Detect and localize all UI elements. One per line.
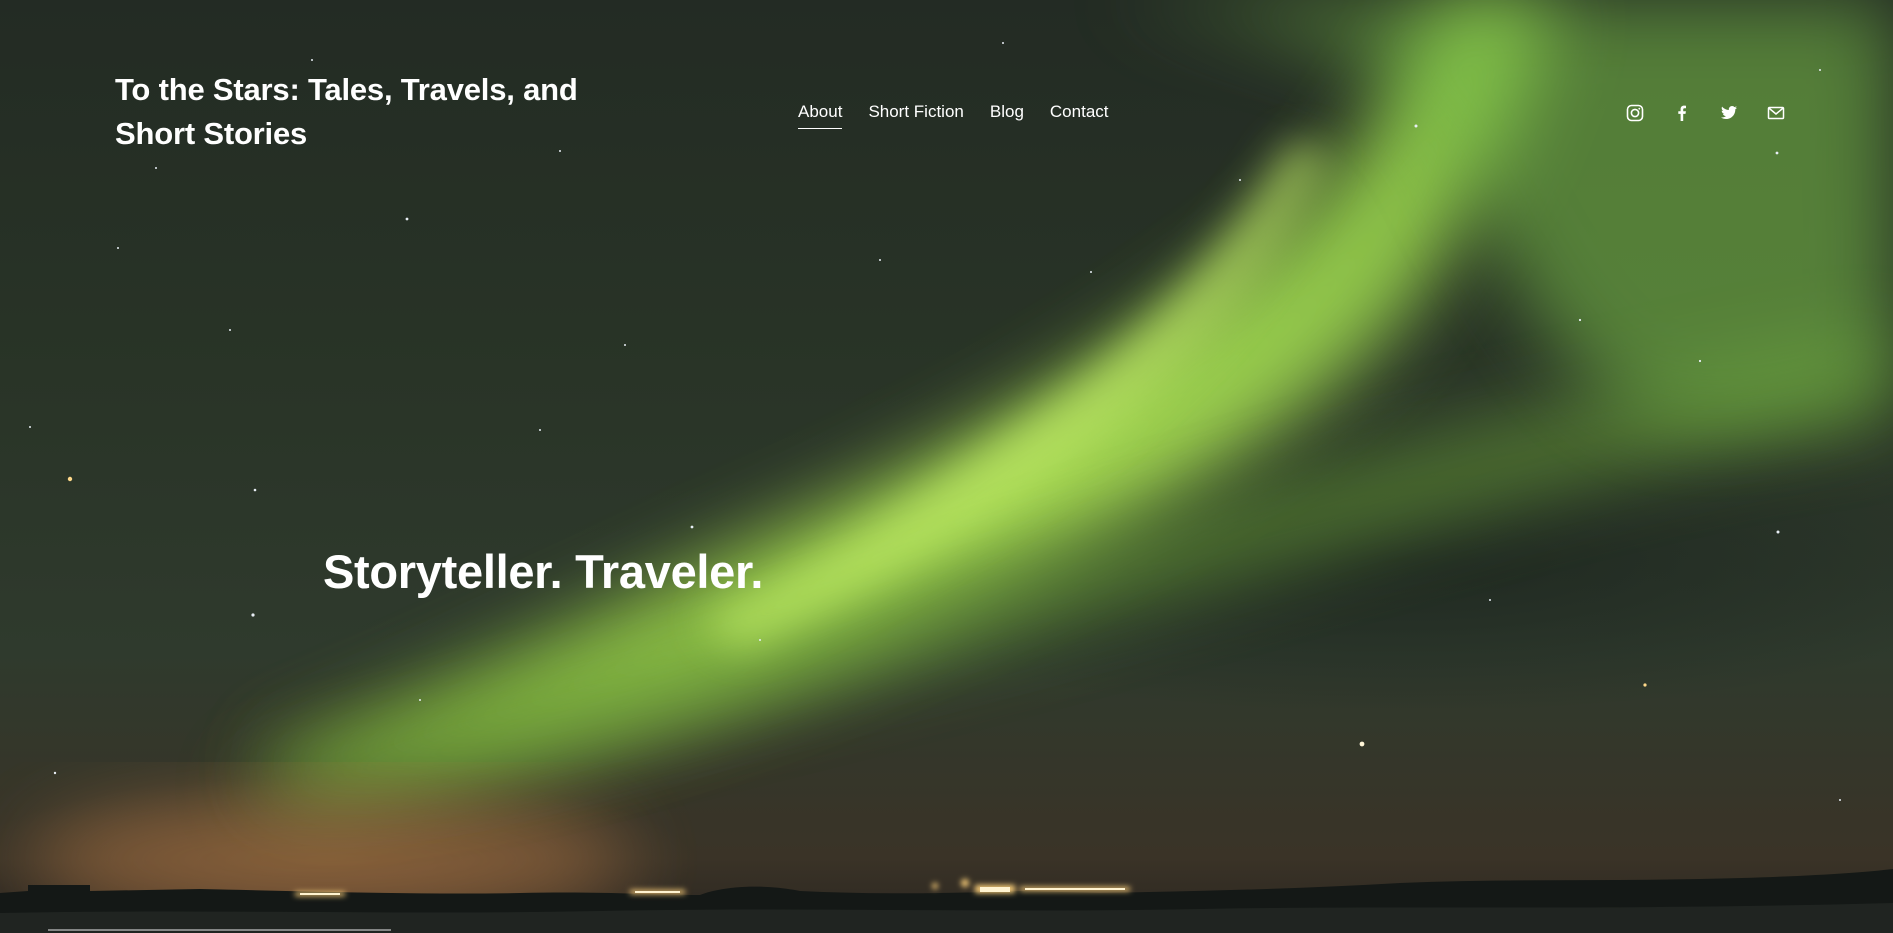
hero-tagline: Storyteller. Traveler. xyxy=(323,545,764,598)
social-links xyxy=(1626,104,1785,122)
nav-item-contact[interactable]: Contact xyxy=(1050,102,1109,129)
main-nav: About Short Fiction Blog Contact xyxy=(798,102,1109,129)
instagram-icon[interactable] xyxy=(1626,104,1644,122)
nav-item-about[interactable]: About xyxy=(798,102,843,129)
nav-item-blog[interactable]: Blog xyxy=(990,102,1024,129)
site-title[interactable]: To the Stars: Tales, Travels, and Short … xyxy=(115,68,635,156)
facebook-icon[interactable] xyxy=(1673,104,1691,122)
nav-item-short-fiction[interactable]: Short Fiction xyxy=(868,102,963,129)
mail-icon[interactable] xyxy=(1767,104,1785,122)
twitter-icon[interactable] xyxy=(1720,104,1738,122)
bottom-scroll-indicator xyxy=(48,929,391,931)
horizon-landscape xyxy=(0,869,1893,933)
hero-section: To the Stars: Tales, Travels, and Short … xyxy=(0,0,1893,933)
